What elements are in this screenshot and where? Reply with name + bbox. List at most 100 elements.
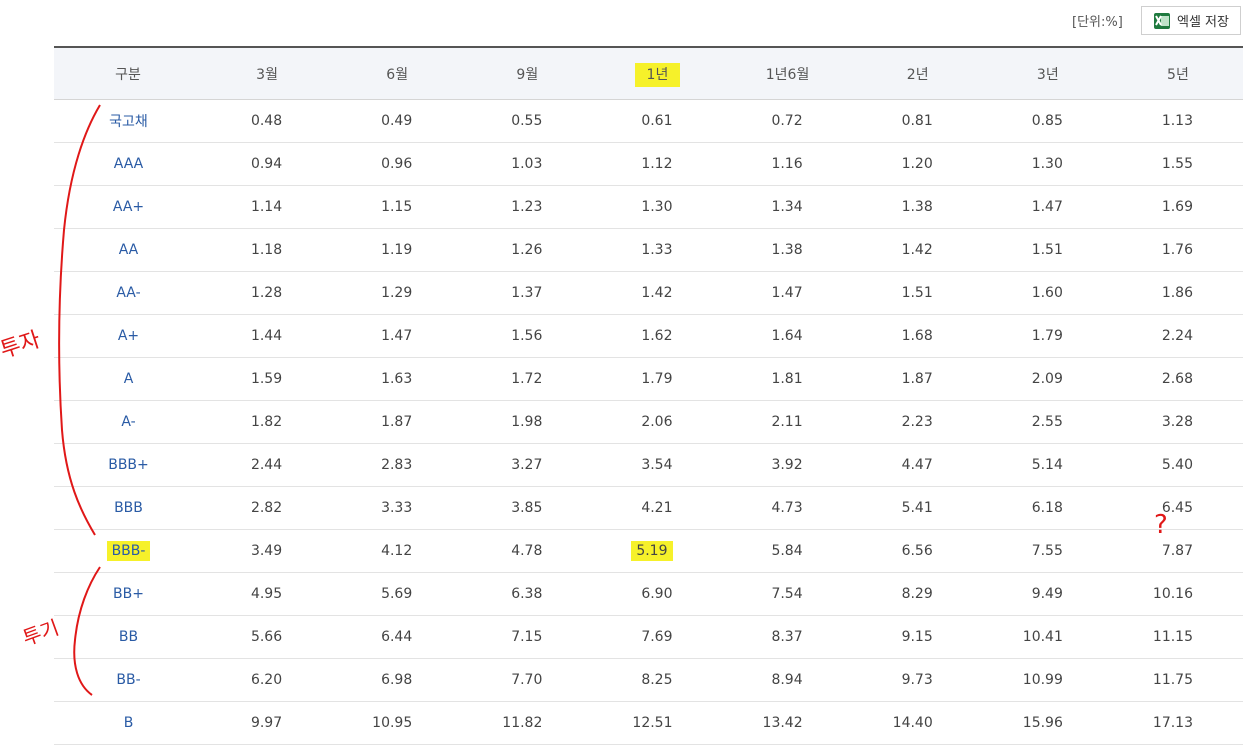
rate-cell: 1.87 (852, 357, 983, 401)
rate-cell: 1.82 (202, 400, 333, 444)
grade-cell[interactable]: BB (54, 615, 202, 659)
rate-cell: 7.70 (462, 658, 593, 702)
rate-cell: 2.68 (1112, 357, 1243, 401)
rate-cell: 1.44 (202, 314, 333, 358)
excel-icon (1154, 12, 1170, 29)
rate-cell: 1.03 (462, 142, 593, 186)
rate-cell: 6.38 (462, 572, 593, 616)
header-category: 구분 (54, 46, 202, 100)
grade-cell[interactable]: BB+ (54, 572, 202, 616)
rate-cell: 0.55 (462, 99, 593, 143)
table-header-row: 구분 3월 6월 9월 1년 1년6월 2년 3년 5년 (54, 46, 1243, 100)
rate-cell: 1.26 (462, 228, 593, 272)
rate-cell: 1.13 (1112, 99, 1243, 143)
header-1y: 1년 (592, 46, 723, 100)
rate-cell: 1.29 (332, 271, 463, 315)
rate-cell: 1.86 (1112, 271, 1243, 315)
rate-cell: 12.51 (592, 701, 723, 745)
rate-cell: 1.51 (852, 271, 983, 315)
rate-cell: 2.06 (592, 400, 723, 444)
investment-label: 투자 (0, 327, 43, 363)
rate-cell: 9.73 (852, 658, 983, 702)
rate-cell: 1.20 (852, 142, 983, 186)
rate-cell: 6.18 (982, 486, 1113, 530)
rate-cell: 1.15 (332, 185, 463, 229)
rate-cell: 2.82 (202, 486, 333, 530)
table-row: BB 5.66 6.44 7.15 7.69 8.37 9.15 10.41 11.15 (54, 615, 1243, 659)
rate-cell: 1.79 (982, 314, 1113, 358)
rate-cell: 2.11 (722, 400, 853, 444)
grade-cell[interactable]: BB- (54, 658, 202, 702)
rate-cell: 1.47 (332, 314, 463, 358)
rate-cell: 1.76 (1112, 228, 1243, 272)
header-9m: 9월 (462, 46, 593, 100)
rate-cell: 0.72 (722, 99, 853, 143)
rate-cell: 2.23 (852, 400, 983, 444)
grade-cell[interactable]: AA (54, 228, 202, 272)
rate-cell: 10.95 (332, 701, 463, 745)
grade-cell[interactable]: AA+ (54, 185, 202, 229)
rate-cell: 3.54 (592, 443, 723, 487)
grade-cell[interactable]: A (54, 357, 202, 401)
table-row: AA 1.18 1.19 1.26 1.33 1.38 1.42 1.51 1.76 (54, 228, 1243, 272)
rate-cell: 15.96 (982, 701, 1113, 745)
grade-cell[interactable]: BBB+ (54, 443, 202, 487)
grade-cell[interactable]: B (54, 701, 202, 745)
rate-cell: 6.98 (332, 658, 463, 702)
grade-cell[interactable]: AAA (54, 142, 202, 186)
rate-cell: 2.55 (982, 400, 1113, 444)
grade-cell[interactable]: 국고채 (54, 99, 202, 143)
rate-cell: 6.44 (332, 615, 463, 659)
rate-cell: 9.15 (852, 615, 983, 659)
rate-cell: 17.13 (1112, 701, 1243, 745)
rate-cell: 8.94 (722, 658, 853, 702)
table-row: BBB 2.82 3.33 3.85 4.21 4.73 5.41 6.18 6.45 (54, 486, 1243, 530)
rate-cell: 1.19 (332, 228, 463, 272)
rate-cell: 13.42 (722, 701, 853, 745)
rate-cell: 2.83 (332, 443, 463, 487)
rate-cell: 7.55 (982, 529, 1113, 573)
header-3y: 3년 (982, 46, 1113, 100)
rate-cell: 1.47 (722, 271, 853, 315)
rate-cell: 2.09 (982, 357, 1113, 401)
rate-cell: 1.60 (982, 271, 1113, 315)
rate-cell: 1.63 (332, 357, 463, 401)
rate-cell: 1.23 (462, 185, 593, 229)
rate-cell: 1.51 (982, 228, 1113, 272)
rate-cell: 10.16 (1112, 572, 1243, 616)
rate-cell: 10.41 (982, 615, 1113, 659)
rate-cell: 1.14 (202, 185, 333, 229)
grade-cell[interactable]: A+ (54, 314, 202, 358)
rate-cell: 3.85 (462, 486, 593, 530)
excel-save-button[interactable]: 엑셀 저장 (1141, 6, 1241, 35)
rate-cell: 3.33 (332, 486, 463, 530)
table-row: B 9.97 10.95 11.82 12.51 13.42 14.40 15.96 17.13 (54, 701, 1243, 745)
rate-cell: 4.12 (332, 529, 463, 573)
rate-cell: 1.12 (592, 142, 723, 186)
rate-cell: 7.87 (1112, 529, 1243, 573)
rate-cell: 0.48 (202, 99, 333, 143)
rate-cell: 5.84 (722, 529, 853, 573)
rate-cell: 5.66 (202, 615, 333, 659)
rate-cell: 1.42 (852, 228, 983, 272)
header-2y: 2년 (852, 46, 983, 100)
grade-cell[interactable]: BBB (54, 486, 202, 530)
rate-cell: 1.30 (592, 185, 723, 229)
grade-cell[interactable]: A- (54, 400, 202, 444)
rate-cell: 0.85 (982, 99, 1113, 143)
rate-cell: 1.18 (202, 228, 333, 272)
header-6m: 6월 (332, 46, 463, 100)
rate-cell: 6.45 (1112, 486, 1243, 530)
rate-cell: 1.16 (722, 142, 853, 186)
rate-cell: 5.40 (1112, 443, 1243, 487)
rate-cell: 0.94 (202, 142, 333, 186)
header-1y6m: 1년6월 (722, 46, 853, 100)
rate-cell: 14.40 (852, 701, 983, 745)
rate-cell: 8.37 (722, 615, 853, 659)
rate-cell: 4.73 (722, 486, 853, 530)
grade-cell[interactable]: BBB- (54, 529, 202, 573)
rate-cell: 1.72 (462, 357, 593, 401)
table-row: 국고채 0.48 0.49 0.55 0.61 0.72 0.81 0.85 1.13 (54, 99, 1243, 143)
grade-cell[interactable]: AA- (54, 271, 202, 315)
rate-cell: 4.78 (462, 529, 593, 573)
